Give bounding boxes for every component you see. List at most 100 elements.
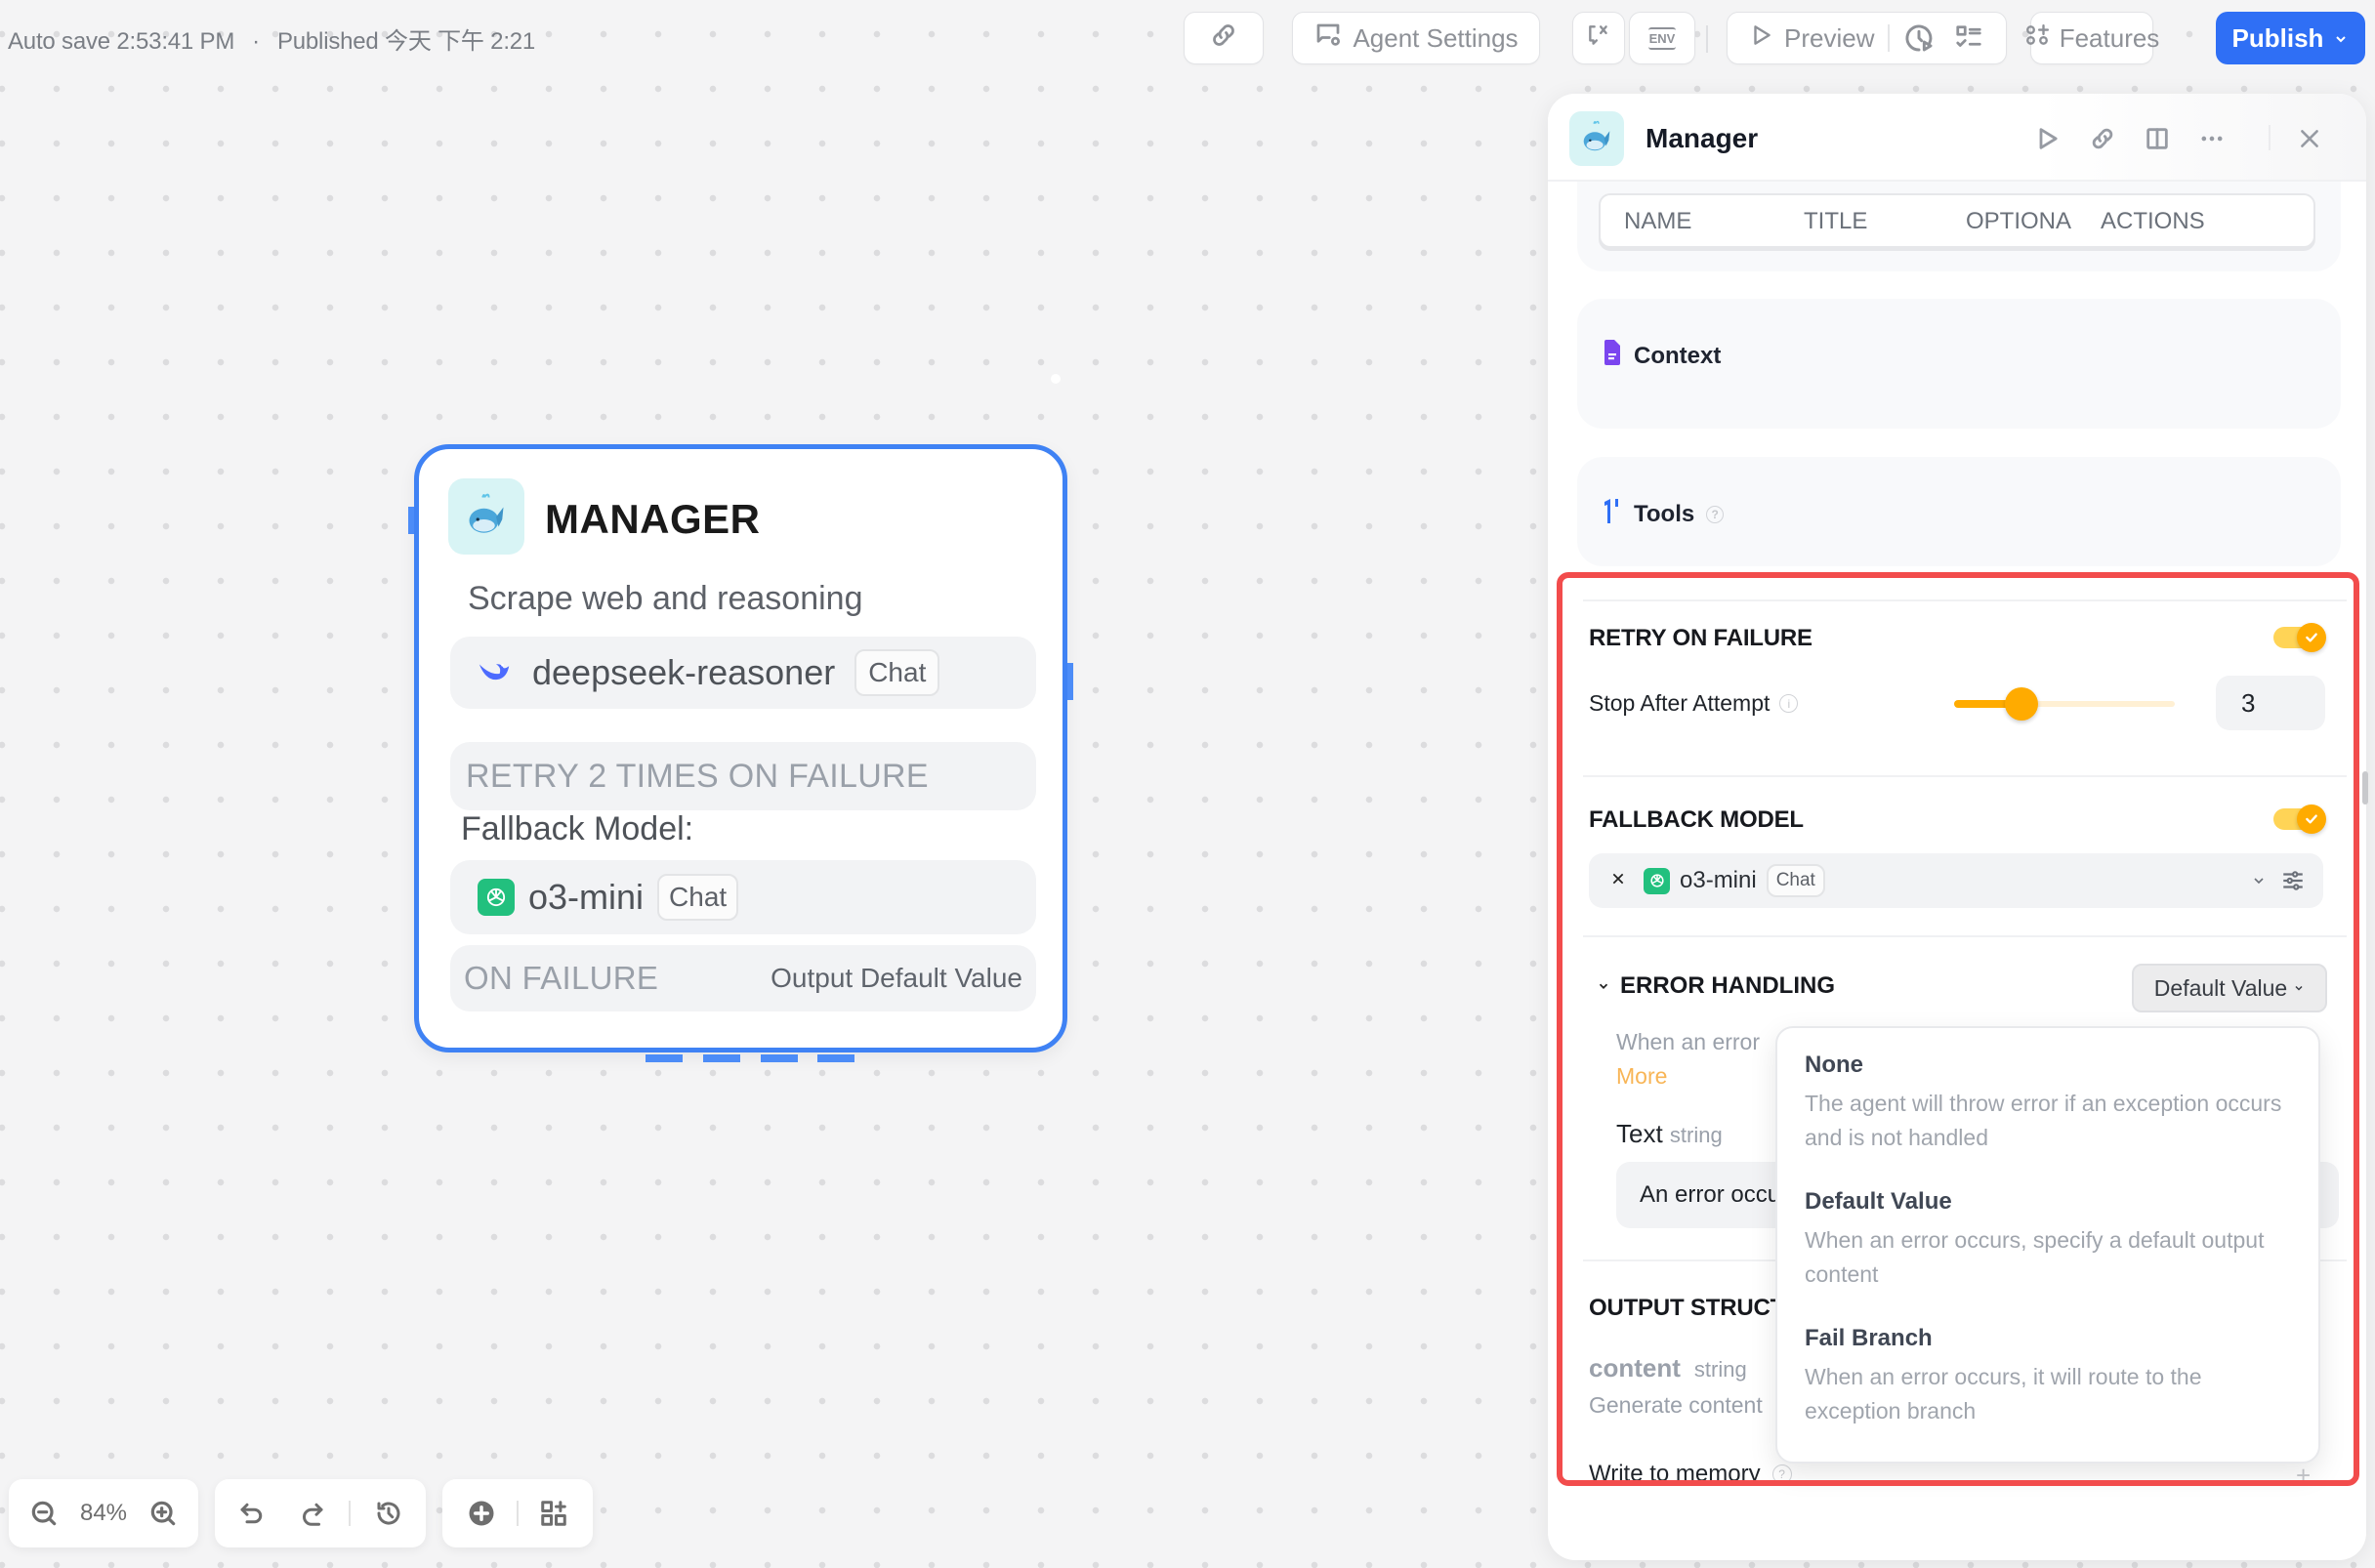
option-none[interactable]: None The agent will throw error if an ex… [1805, 1052, 2303, 1155]
node-avatar [448, 478, 524, 555]
docs-button[interactable] [2140, 121, 2175, 156]
redo-icon [302, 1503, 323, 1526]
close-panel-button[interactable] [2292, 121, 2327, 156]
write-memory-row: Write to memory ? [1589, 1461, 1792, 1488]
attempts-input[interactable]: 3 [2216, 676, 2325, 730]
undo-button[interactable] [230, 1492, 273, 1535]
zoom-level[interactable]: 84% [80, 1500, 127, 1527]
link-icon [1209, 21, 1238, 57]
version-history-button[interactable] [367, 1492, 410, 1535]
fallback-model-select[interactable]: o3-mini Chat [1589, 853, 2323, 908]
context-card[interactable]: Context [1577, 299, 2341, 429]
node-fallback-label: Fallback Model: [461, 810, 694, 847]
published-text: Published 今天 下午 2:21 [276, 28, 536, 55]
publish-button[interactable]: Publish [2216, 12, 2365, 64]
deepseek-icon [476, 654, 513, 692]
stop-after-label: Stop After Attempt i [1589, 690, 1799, 717]
autosave-text: Auto save 2:53:41 PM [8, 28, 235, 55]
fallback-toggle[interactable] [2273, 805, 2326, 834]
save-status: Auto save 2:53:41 PM · Published 今天 下午 2:2… [8, 21, 535, 56]
option-title: Default Value [1805, 1188, 1952, 1215]
tools-card[interactable]: Tools ? [1577, 457, 2341, 566]
env-button[interactable]: ENV [1629, 12, 1695, 64]
features-button[interactable]: Features [2025, 12, 2159, 64]
attempt-slider[interactable] [1954, 687, 2175, 721]
panel-avatar [1569, 111, 1624, 166]
run-history-button[interactable] [1903, 22, 1935, 54]
more-options-button[interactable] [2194, 121, 2229, 156]
input-variables-card: NAME TITLE OPTIONA ACTIONS [1577, 182, 2341, 271]
node-bottom-handle-4[interactable] [817, 1054, 854, 1062]
section-divider [1583, 599, 2347, 601]
node-bottom-handle-2[interactable] [703, 1054, 740, 1062]
checklist-icon [1956, 25, 1982, 47]
chat-variable-icon [1586, 22, 1611, 55]
fallback-title: FALLBACK MODEL [1589, 806, 1804, 833]
node-output-handle[interactable] [1067, 663, 1073, 700]
node-fallback-row: o3-mini Chat [450, 860, 1036, 934]
panel-resize-handle[interactable] [2362, 771, 2368, 805]
error-handling-toggle[interactable]: ERROR HANDLING [1597, 972, 1835, 1000]
agent-settings-label: Agent Settings [1353, 22, 1519, 53]
chevron-down-icon[interactable] [2251, 873, 2267, 888]
sliders-icon [2283, 871, 2303, 890]
node-input-handle[interactable] [408, 507, 414, 534]
model-params-button[interactable] [2280, 868, 2306, 893]
add-node-button[interactable] [460, 1492, 503, 1535]
features-icon [2024, 22, 2050, 55]
output-variable: content string [1589, 1353, 1747, 1383]
node-fallback-model-name: o3-mini [528, 877, 645, 917]
preview-group: Preview [1727, 12, 2007, 64]
document-icon [1604, 340, 1620, 372]
conversation-variables-button[interactable] [1572, 12, 1625, 64]
section-divider [1583, 775, 2347, 777]
tools-icon [1604, 498, 1620, 530]
openai-icon [1644, 867, 1670, 894]
error-handling-select[interactable]: Default Value [2132, 964, 2327, 1012]
help-icon[interactable]: ? [1771, 1465, 1792, 1484]
zoom-out-button[interactable] [22, 1492, 65, 1535]
checklist-button[interactable] [1954, 23, 1983, 53]
clear-model-button[interactable] [1610, 871, 1626, 891]
add-memory-button[interactable]: + [2296, 1461, 2311, 1491]
play-icon [2039, 128, 2058, 149]
node-description: Scrape web and reasoning [468, 580, 863, 617]
zoom-in-button[interactable] [142, 1492, 185, 1535]
option-fail-branch[interactable]: Fail Branch When an error occurs, it wil… [1805, 1325, 2303, 1428]
more-link[interactable]: More [1616, 1063, 1667, 1090]
error-handling-title: ERROR HANDLING [1620, 972, 1835, 999]
zoom-in-icon [150, 1501, 176, 1526]
tools-label: Tools [1634, 500, 1695, 527]
output-var-description: Generate content [1589, 1392, 1763, 1418]
option-default-value[interactable]: Default Value When an error occurs, spec… [1805, 1188, 2303, 1292]
plus-circle-icon [469, 1501, 494, 1526]
run-node-button[interactable] [2030, 121, 2065, 156]
option-title: Fail Branch [1805, 1325, 1933, 1351]
retry-toggle[interactable] [2273, 623, 2326, 652]
node-on-failure-label: ON FAILURE [464, 960, 659, 996]
slider-handle[interactable] [2005, 687, 2039, 721]
preview-label: Preview [1784, 22, 1875, 53]
whale-icon [462, 490, 511, 544]
zoom-out-icon [31, 1501, 57, 1526]
stop-after-text: Stop After Attempt [1589, 690, 1771, 716]
redo-button[interactable] [290, 1492, 333, 1535]
option-description: The agent will throw error if an excepti… [1805, 1091, 2282, 1150]
toolbar-separator [517, 1501, 519, 1526]
canvas-cursor-dot [1051, 374, 1061, 384]
copy-link-button[interactable] [2085, 121, 2120, 156]
col-actions: ACTIONS [2101, 208, 2205, 234]
share-link-button[interactable] [1184, 12, 1264, 64]
agent-settings-button[interactable]: Agent Settings [1292, 12, 1540, 64]
agent-node-card[interactable]: MANAGER Scrape web and reasoning deepsee… [408, 444, 1073, 1062]
chevron-down-icon [1599, 983, 1608, 989]
col-optional: OPTIONA [1966, 208, 2072, 234]
preview-button[interactable]: Preview [1749, 21, 1874, 57]
node-bottom-handle-3[interactable] [761, 1054, 798, 1062]
node-title: MANAGER [545, 496, 761, 542]
organize-blocks-button[interactable] [532, 1492, 575, 1535]
help-icon[interactable]: ? [1706, 505, 1725, 523]
info-icon[interactable]: i [1779, 694, 1799, 713]
node-bottom-handle-1[interactable] [646, 1054, 683, 1062]
check-icon [2306, 814, 2317, 824]
